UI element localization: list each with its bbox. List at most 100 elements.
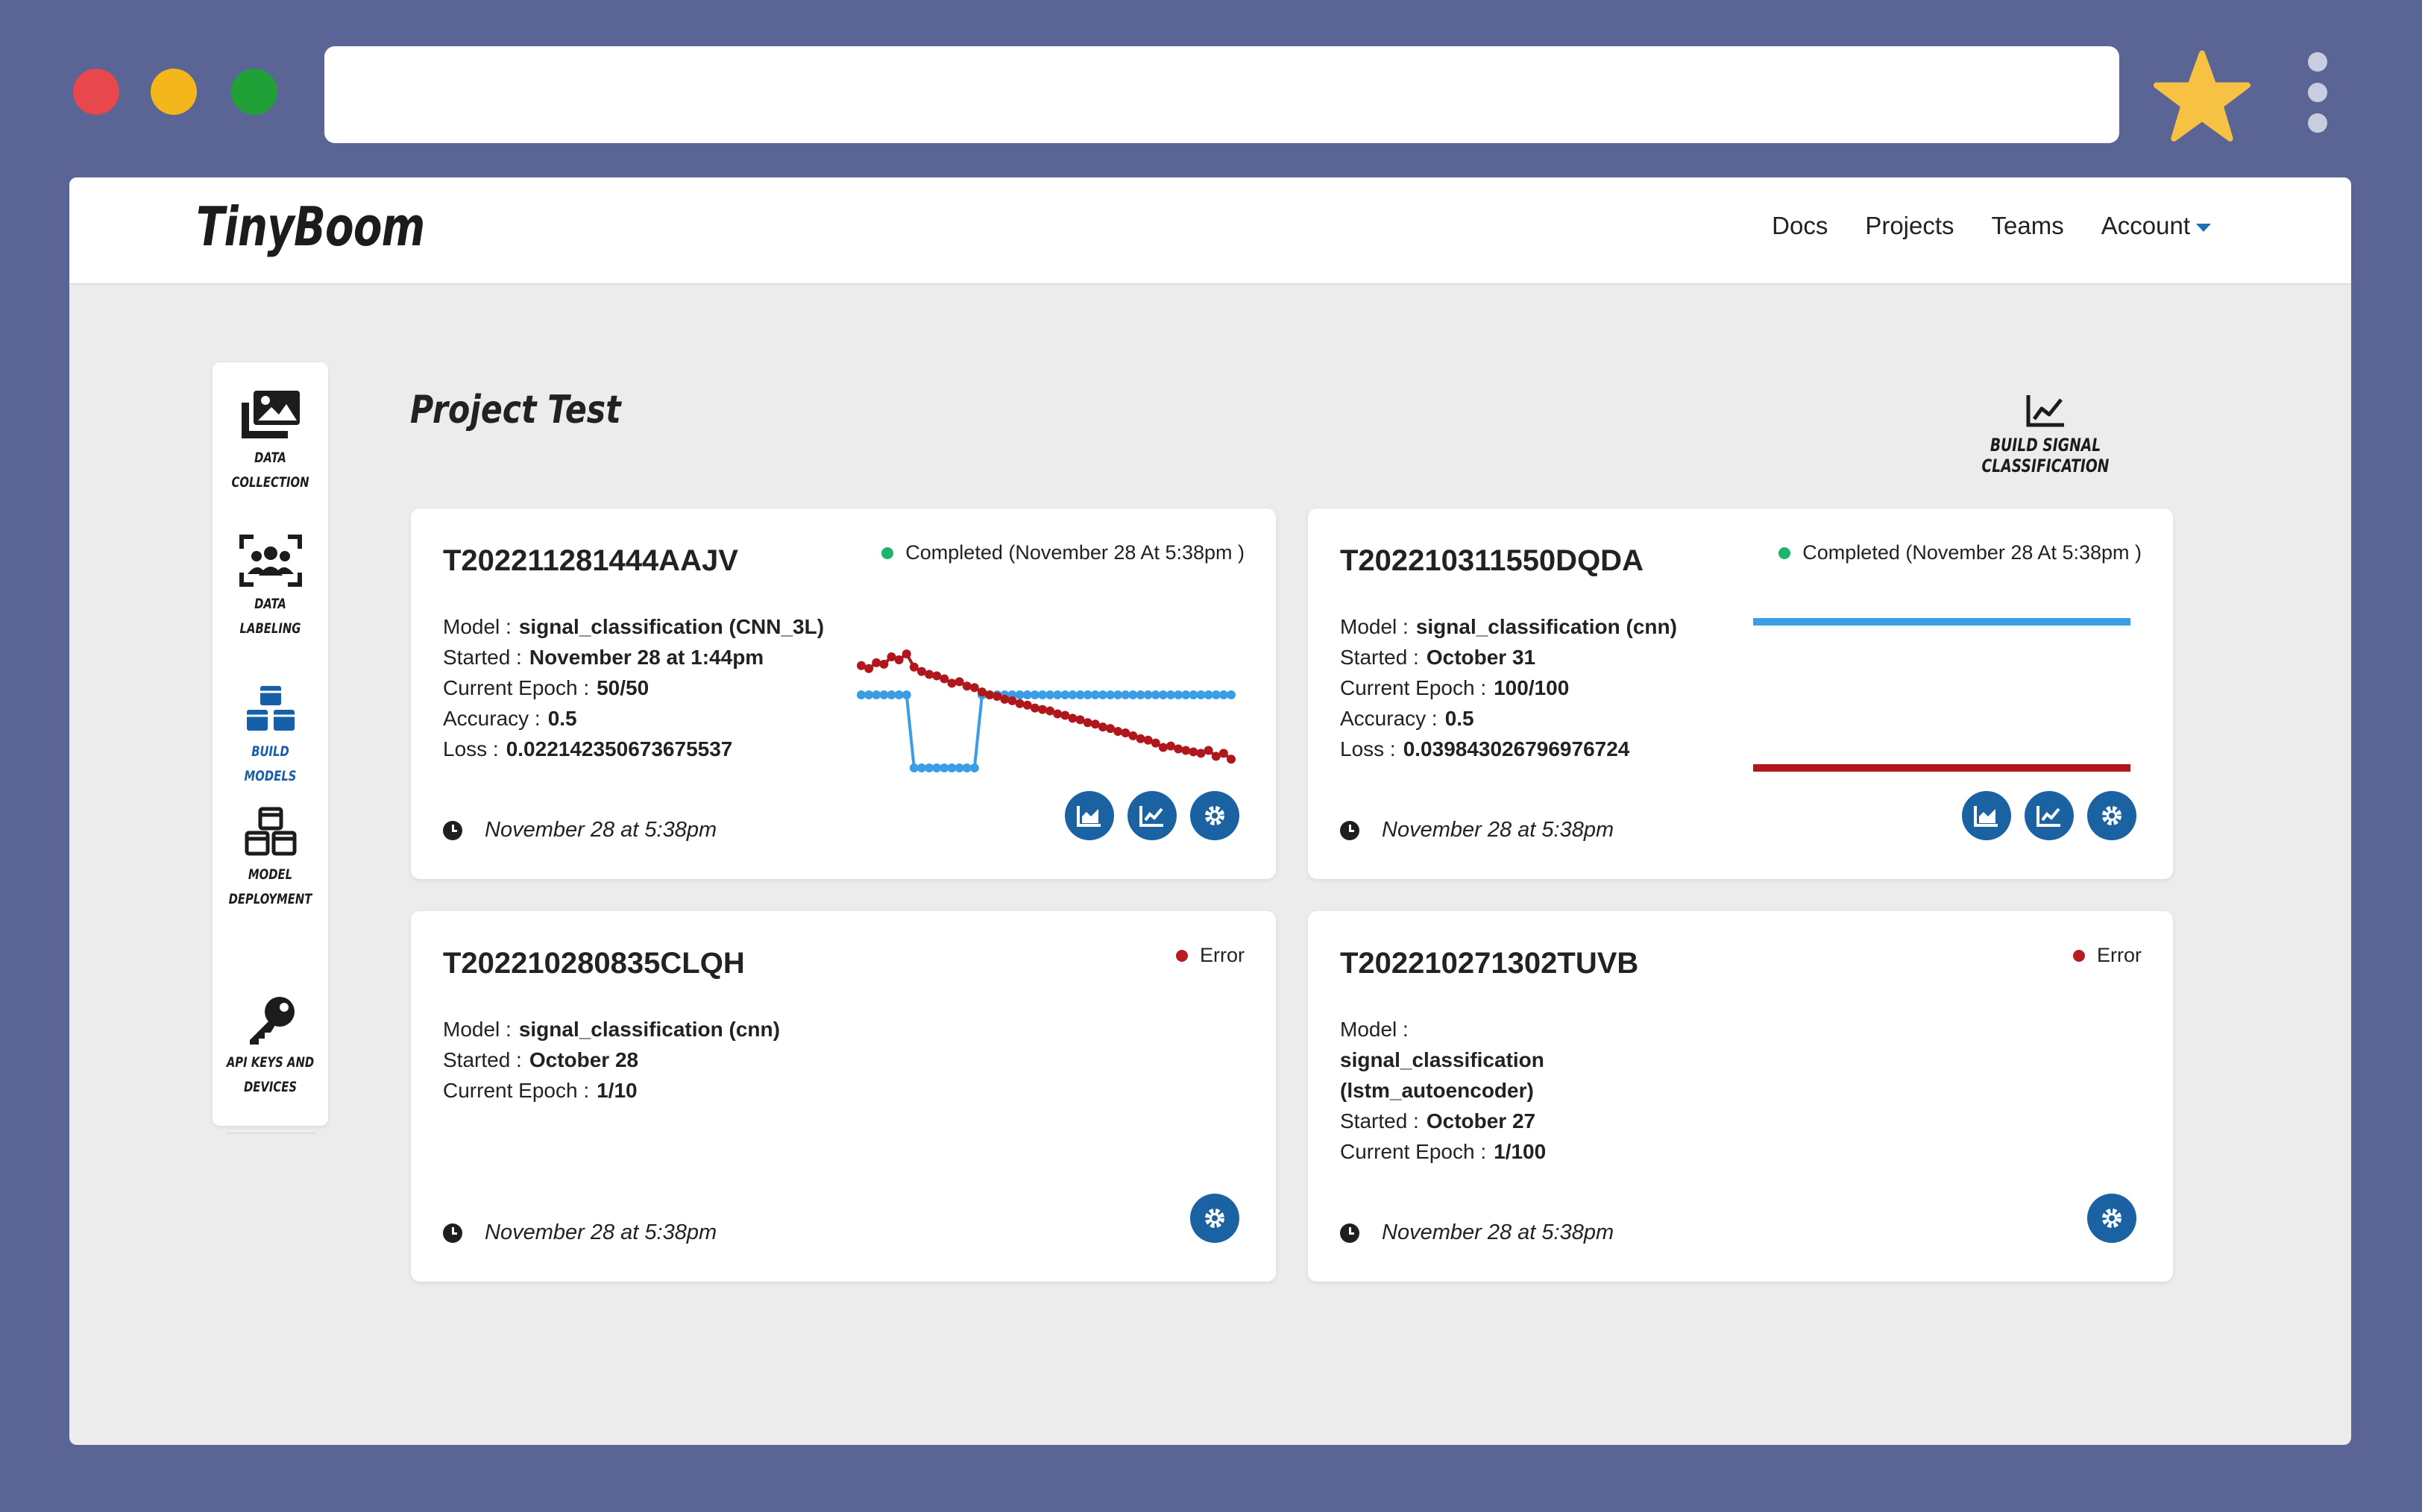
loss-label: Loss :	[1340, 737, 1396, 760]
epoch-label: Current Epoch :	[1340, 676, 1487, 699]
status-badge: Error	[2073, 944, 2142, 967]
clock-icon	[443, 820, 462, 840]
chart-point	[879, 659, 889, 669]
chart-point	[947, 678, 957, 688]
chart-point	[1037, 705, 1047, 714]
chart-point	[909, 662, 919, 672]
accuracy-label: Accuracy :	[1340, 707, 1438, 730]
epoch-value: 1/100	[1494, 1140, 1547, 1163]
sidebar-item-build-models[interactable]: BUILD MODELS	[213, 683, 328, 789]
chart-point	[902, 649, 911, 659]
timestamp-text: November 28 at 5:38pm	[1382, 818, 1614, 842]
training-id: T202210311550DQDA	[1340, 544, 1644, 577]
chart-point	[1098, 722, 1107, 732]
started-value: October 28	[529, 1048, 639, 1071]
chart-point	[969, 683, 979, 693]
model-value: signal_classification (cnn)	[1415, 615, 1677, 638]
model-label: Model :	[1340, 1018, 1409, 1041]
bookmark-star-icon[interactable]	[2154, 48, 2250, 145]
loss-value: 0.022142350673675537	[506, 737, 733, 760]
chart-point	[1053, 709, 1063, 719]
clock-icon	[443, 1223, 462, 1243]
settings-button[interactable]	[1190, 791, 1239, 840]
settings-button[interactable]	[2087, 1194, 2136, 1243]
gear-icon	[1205, 1209, 1224, 1228]
nav-projects[interactable]: Projects	[1865, 212, 1954, 240]
chart-point	[1158, 743, 1168, 752]
minimize-window-button[interactable]	[151, 69, 197, 115]
top-navbar: TinyBoom Docs Projects Teams Account	[69, 177, 2351, 285]
key-icon	[249, 997, 295, 1045]
card-actions	[1065, 791, 1239, 840]
status-text: Error	[2097, 944, 2142, 966]
chart-point	[1068, 714, 1078, 723]
build-signal-classification-label: BUILD SIGNAL CLASSIFICATION	[1981, 435, 2110, 476]
chart-point	[1000, 694, 1010, 704]
settings-button[interactable]	[1190, 1194, 1239, 1243]
settings-button[interactable]	[2087, 791, 2136, 840]
model-value: signal_classification (CNN_3L)	[518, 615, 825, 638]
line-chart-icon	[1139, 806, 1163, 827]
card-actions	[1962, 791, 2136, 840]
build-signal-classification-button[interactable]: BUILD SIGNAL CLASSIFICATION	[1919, 394, 2172, 476]
nav-docs[interactable]: Docs	[1772, 212, 1828, 240]
browser-menu-icon[interactable]	[2304, 52, 2331, 142]
sidebar-label-line1: DATA	[254, 450, 286, 466]
sidebar-item-api-keys[interactable]: API KEYS AND DEVICES	[213, 994, 328, 1100]
started-label: Started :	[1340, 646, 1419, 669]
area-chart-button[interactable]	[1065, 791, 1114, 840]
chart-point	[1181, 746, 1191, 755]
sidebar-label-line1: API KEYS AND	[226, 1054, 315, 1071]
nav-account-label: Account	[2101, 212, 2190, 239]
sidebar-item-data-labeling[interactable]: DATA LABELING	[213, 534, 328, 641]
line-chart-button[interactable]	[1127, 791, 1177, 840]
chart-point	[940, 674, 949, 684]
chart-point	[1189, 747, 1198, 757]
chart-point	[1030, 703, 1039, 713]
status-badge: Error	[1176, 944, 1245, 967]
sidebar-label-line1: DATA	[254, 596, 286, 612]
model-label: Model :	[1340, 615, 1409, 638]
accuracy-value: 0.5	[547, 707, 577, 730]
card-actions	[1190, 1194, 1239, 1243]
area-chart-icon	[1077, 806, 1101, 827]
line-chart-icon	[2026, 395, 2064, 427]
sidebar-item-model-deployment[interactable]: MODEL DEPLOYMENT	[213, 806, 328, 912]
close-window-button[interactable]	[73, 69, 119, 115]
card-actions	[2087, 1194, 2136, 1243]
started-value: November 28 at 1:44pm	[529, 646, 764, 669]
training-chart	[857, 649, 1236, 772]
sidebar-label-line2: COLLECTION	[231, 474, 309, 491]
images-icon	[241, 391, 300, 438]
training-info: Model : signal_classification (CNN_3L) St…	[443, 611, 824, 764]
main-nav: Docs Projects Teams Account	[1772, 212, 2211, 240]
address-bar[interactable]	[324, 46, 2119, 143]
line-chart-button[interactable]	[2025, 791, 2074, 840]
training-card[interactable]: T202211281444AAJV Completed (November 28…	[411, 508, 1276, 879]
timestamp-text: November 28 at 5:38pm	[1382, 1220, 1614, 1244]
maximize-window-button[interactable]	[231, 69, 277, 115]
accuracy-label: Accuracy :	[443, 707, 541, 730]
training-card[interactable]: T202210280835CLQH Error Model : signal_cl…	[411, 911, 1276, 1282]
area-chart-button[interactable]	[1962, 791, 2011, 840]
nav-teams[interactable]: Teams	[1992, 212, 2064, 240]
training-card[interactable]: T202210271302TUVB Error Model : signal_c…	[1308, 911, 2173, 1282]
nav-account[interactable]: Account	[2101, 212, 2211, 240]
sidebar-item-data-collection[interactable]: DATA COLLECTION	[213, 388, 328, 495]
training-id: T202210280835CLQH	[443, 947, 745, 980]
app-logo[interactable]: TinyBoom	[196, 195, 425, 258]
chart-point	[1113, 727, 1123, 736]
model-value: signal_classification (cnn)	[518, 1018, 780, 1041]
chart-point	[894, 655, 904, 664]
gear-icon	[2102, 1209, 2121, 1228]
status-dot	[1176, 949, 1188, 962]
status-dot	[1778, 546, 1791, 559]
training-id: T202211281444AAJV	[443, 544, 738, 577]
sidebar-label-line2: LABELING	[239, 620, 301, 637]
chart-series-line	[861, 693, 1231, 769]
chart-point	[872, 658, 881, 667]
sidebar: DATA COLLECTION DATA LABELING BUILD MODELS	[213, 362, 328, 1134]
training-card[interactable]: T202210311550DQDA Completed (November 28…	[1308, 508, 2173, 879]
epoch-value: 1/10	[597, 1079, 638, 1102]
timestamp-text: November 28 at 5:38pm	[485, 1220, 717, 1244]
